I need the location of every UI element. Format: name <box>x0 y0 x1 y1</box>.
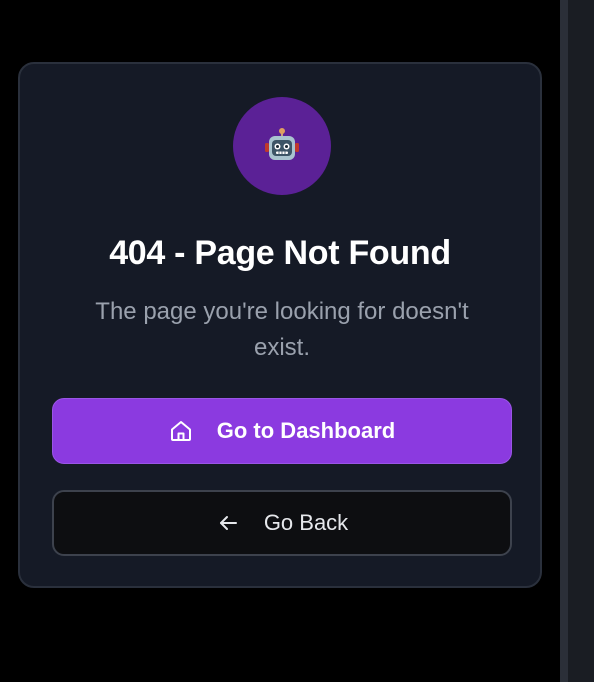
home-icon <box>170 421 191 441</box>
robot-icon <box>265 128 299 160</box>
go-back-button[interactable]: Go Back <box>52 490 512 556</box>
go-back-label: Go Back <box>263 510 349 535</box>
go-to-dashboard-label: Go to Dashboard <box>216 418 396 443</box>
go-to-dashboard-button[interactable]: Go to Dashboard <box>52 398 512 464</box>
page-title: 404 - Page Not Found <box>109 234 451 272</box>
arrow-left-icon <box>219 516 237 530</box>
error-message: The page you're looking for doesn't exis… <box>95 298 469 361</box>
avatar <box>233 97 331 195</box>
error-card: 404 - Page Not Found The page you're loo… <box>18 62 542 588</box>
page: 404 - Page Not Found The page you're loo… <box>0 0 594 682</box>
side-panel-divider <box>560 0 568 682</box>
